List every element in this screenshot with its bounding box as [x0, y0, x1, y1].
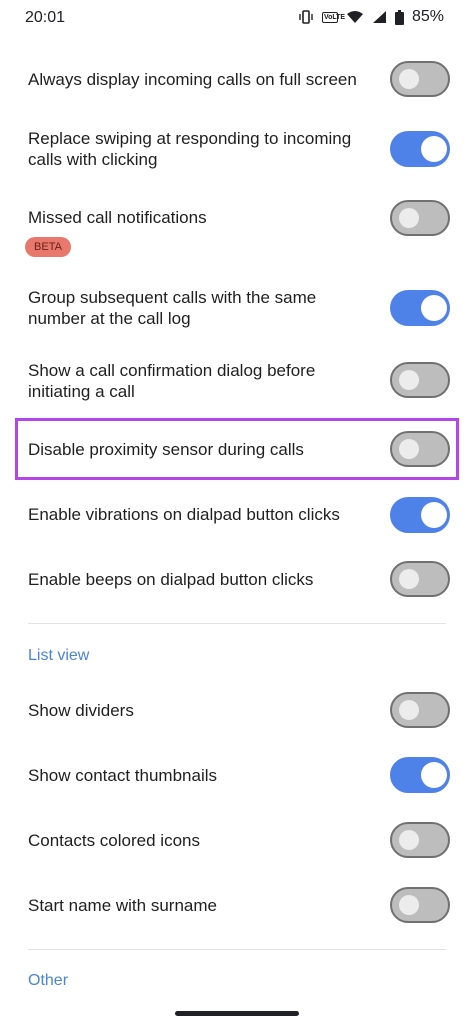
toggle-knob	[399, 208, 419, 228]
toggle-knob	[421, 295, 447, 321]
section-divider	[28, 623, 446, 624]
toggle-knob	[421, 502, 447, 528]
toggle-knob	[399, 895, 419, 915]
toggle-knob	[399, 569, 419, 589]
setting-label: Enable vibrations on dialpad button clic…	[28, 505, 340, 524]
setting-label: Missed call notifications	[28, 208, 207, 227]
full-screen-calls-toggle[interactable]	[390, 61, 450, 97]
call-confirmation-toggle[interactable]	[390, 362, 450, 398]
setting-label: Always display incoming calls on full sc…	[28, 70, 357, 89]
status-time: 20:01	[25, 9, 66, 26]
missed-call-notifications-toggle[interactable]	[390, 200, 450, 236]
status-icons: VoLTE 85%	[298, 8, 444, 26]
wifi-icon	[346, 10, 364, 24]
toggle-knob	[399, 69, 419, 89]
dialpad-vibrations-toggle[interactable]	[390, 497, 450, 533]
section-divider	[28, 949, 446, 950]
gesture-nav-bar[interactable]	[175, 1011, 299, 1016]
toggle-knob	[421, 762, 447, 788]
toggle-knob	[399, 439, 419, 459]
setting-label: Group subsequent calls with the same num…	[28, 288, 317, 328]
status-bar: 20:01 VoLTE 85%	[0, 0, 474, 36]
volte-icon: VoLTE	[321, 11, 346, 23]
setting-label: Start name with surname	[28, 896, 217, 915]
toggle-knob	[399, 830, 419, 850]
show-dividers-toggle[interactable]	[390, 692, 450, 728]
surname-first-toggle[interactable]	[390, 887, 450, 923]
toggle-knob	[399, 700, 419, 720]
setting-label: Show dividers	[28, 701, 134, 720]
toggle-knob	[421, 136, 447, 162]
beta-badge: BETA	[25, 237, 71, 257]
setting-label: Show a call confirmation dialog before i…	[28, 361, 316, 401]
battery-icon	[394, 9, 404, 25]
section-header-list-view: List view	[28, 647, 90, 664]
section-header-other: Other	[28, 972, 69, 989]
signal-icon	[372, 10, 387, 24]
setting-label: Contacts colored icons	[28, 831, 200, 850]
battery-percent: 85%	[411, 8, 444, 25]
setting-label: Replace swiping at responding to incomin…	[28, 129, 352, 169]
setting-label: Enable beeps on dialpad button clicks	[28, 570, 314, 589]
disable-proximity-sensor-toggle[interactable]	[390, 431, 450, 467]
setting-label: Show contact thumbnails	[28, 766, 217, 785]
setting-label: Disable proximity sensor during calls	[28, 440, 304, 459]
dialpad-beeps-toggle[interactable]	[390, 561, 450, 597]
click-to-answer-toggle[interactable]	[390, 131, 450, 167]
toggle-knob	[399, 370, 419, 390]
vibrate-icon	[298, 9, 314, 25]
group-subsequent-calls-toggle[interactable]	[390, 290, 450, 326]
colored-icons-toggle[interactable]	[390, 822, 450, 858]
contact-thumbnails-toggle[interactable]	[390, 757, 450, 793]
